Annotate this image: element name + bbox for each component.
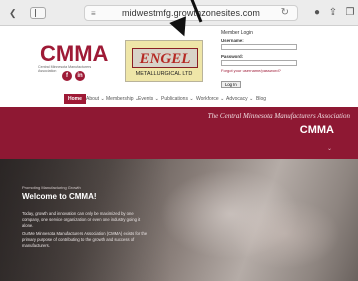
record-icon[interactable]: ●: [310, 6, 324, 20]
nav-about[interactable]: About ⌄: [86, 96, 105, 102]
nav-home[interactable]: Home: [64, 94, 86, 104]
forgot-link[interactable]: Forgot your username/password?: [221, 68, 303, 73]
sidebar-icon[interactable]: [30, 7, 46, 19]
banner-acronym: CMMA: [299, 124, 334, 136]
hero-section: Promoting Manufacturing Growth Welcome t…: [0, 159, 358, 281]
linkedin-icon[interactable]: in: [75, 71, 85, 81]
reload-icon[interactable]: ↻: [281, 7, 289, 18]
banner-association: The Central Minnesota Manufacturers Asso…: [207, 112, 350, 120]
login-button[interactable]: Log In: [221, 81, 241, 88]
hero-kicker: Promoting Manufacturing Growth: [22, 185, 81, 190]
nav-publications[interactable]: Publications ⌄: [161, 96, 194, 102]
association-banner: The Central Minnesota Manufacturers Asso…: [0, 107, 358, 159]
password-field[interactable]: [221, 60, 297, 66]
hero-paragraph: Today, growth and innovation can only be…: [22, 211, 141, 228]
sponsor-badge: ENGEL: [132, 48, 198, 68]
cmma-logo[interactable]: CMMA: [40, 41, 108, 67]
hero-paragraph: OurMe Minnesota Manufacturers Associatio…: [22, 231, 148, 248]
logo-subtext: Central Minnesota Manufacturers Associat…: [38, 65, 92, 73]
chevron-down-icon[interactable]: ⌄: [327, 145, 332, 152]
address-bar[interactable]: ≡ midwestmfg.growthzonesites.com ↻: [84, 5, 298, 21]
password-label: Password:: [221, 54, 244, 59]
login-title: Member Login: [221, 30, 253, 36]
facebook-icon[interactable]: f: [62, 71, 72, 81]
username-field[interactable]: [221, 44, 297, 50]
sponsor-word: ENGEL: [139, 51, 191, 67]
nav-workforce[interactable]: Workforce ⌄: [196, 96, 224, 102]
tabs-icon[interactable]: ❐: [343, 6, 357, 20]
nav-events[interactable]: Events ⌄: [138, 96, 159, 102]
sponsor-logo[interactable]: ENGEL METALLURGICAL LTD: [125, 40, 203, 82]
chevron-left-icon[interactable]: ❮: [9, 8, 17, 18]
share-icon[interactable]: ⇪: [326, 6, 340, 20]
member-login: Member Login Username: Password: Forgot …: [221, 30, 303, 91]
hero-title: Welcome to CMMA!: [22, 192, 97, 201]
nav-blog[interactable]: Blog: [256, 96, 266, 102]
nav-membership[interactable]: Membership ⌄: [106, 96, 139, 102]
username-label: Username:: [221, 38, 244, 43]
hero-image-highlight: [230, 199, 340, 269]
url-text: midwestmfg.growthzonesites.com: [121, 8, 261, 18]
main-nav: Home About ⌄ Membership ⌄ Events ⌄ Publi…: [0, 92, 358, 107]
sponsor-sub: METALLURGICAL LTD: [135, 71, 193, 77]
nav-advocacy[interactable]: Advocacy ⌄: [226, 96, 253, 102]
